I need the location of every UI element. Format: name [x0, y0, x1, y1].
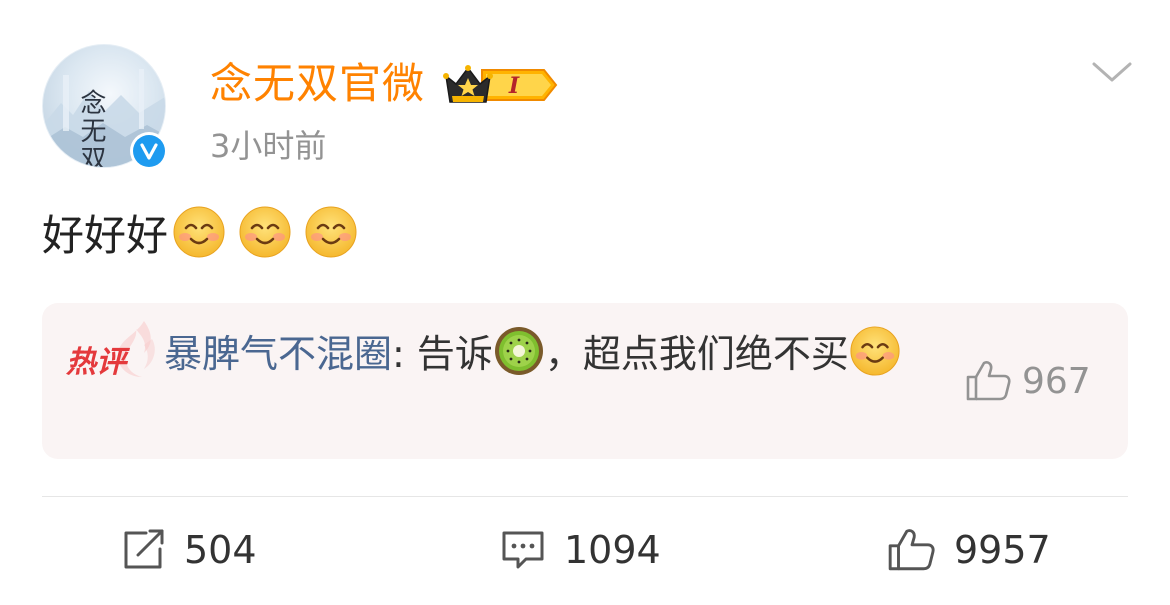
comment-button[interactable]: 1094 — [500, 524, 661, 576]
like-count: 9957 — [954, 528, 1051, 572]
chevron-down-icon[interactable] — [1090, 58, 1134, 86]
divider — [42, 496, 1128, 497]
comment-username[interactable]: 暴脾气不混圈 — [164, 332, 392, 376]
smiling-face-emoji — [305, 206, 357, 258]
weibo-post-card: 念无双 念无双官微 I 3小时前 好好好 热评 暴脾气不混圈: 告诉 ，超点我们… — [0, 0, 1170, 605]
comment-count: 1094 — [564, 528, 661, 572]
avatar-calligraphy: 念无双 — [76, 89, 106, 167]
smiling-face-emoji — [173, 206, 225, 258]
comment-text-after: ，超点我们绝不买 — [544, 332, 849, 376]
smiling-face-emoji — [850, 326, 900, 376]
verified-icon — [130, 132, 168, 170]
hot-comment-badge: 热评 — [66, 321, 156, 383]
vip-level-badge[interactable]: I — [442, 62, 562, 108]
repost-button[interactable]: 504 — [122, 524, 257, 576]
comment-like-button[interactable]: 967 — [964, 359, 1091, 403]
comment-like-count: 967 — [1022, 360, 1091, 402]
thumbs-up-icon — [966, 361, 1011, 401]
smiling-face-emoji — [239, 206, 291, 258]
author-name[interactable]: 念无双官微 — [210, 58, 425, 110]
post-text-content: 好好好 — [42, 210, 169, 260]
post-text: 好好好 — [42, 200, 358, 264]
comment-icon — [502, 531, 544, 569]
repost-icon — [124, 529, 164, 569]
comment-separator: : — [392, 332, 417, 376]
comment-text-before: 告诉 — [416, 332, 493, 376]
post-time: 3小时前 — [210, 127, 327, 165]
hot-comment-box[interactable]: 热评 暴脾气不混圈: 告诉 ，超点我们绝不买 967 — [42, 303, 1128, 459]
like-button[interactable]: 9957 — [886, 524, 1051, 576]
repost-count: 504 — [184, 528, 257, 572]
thumbs-up-icon — [888, 529, 935, 571]
hot-comment-label: 热评 — [66, 345, 126, 380]
kiwi-emoji — [494, 327, 543, 375]
author-avatar[interactable]: 念无双 — [42, 44, 168, 170]
vip-level-text: I — [508, 73, 520, 99]
comment-content: 暴脾气不混圈: 告诉 ，超点我们绝不买 — [164, 325, 934, 382]
